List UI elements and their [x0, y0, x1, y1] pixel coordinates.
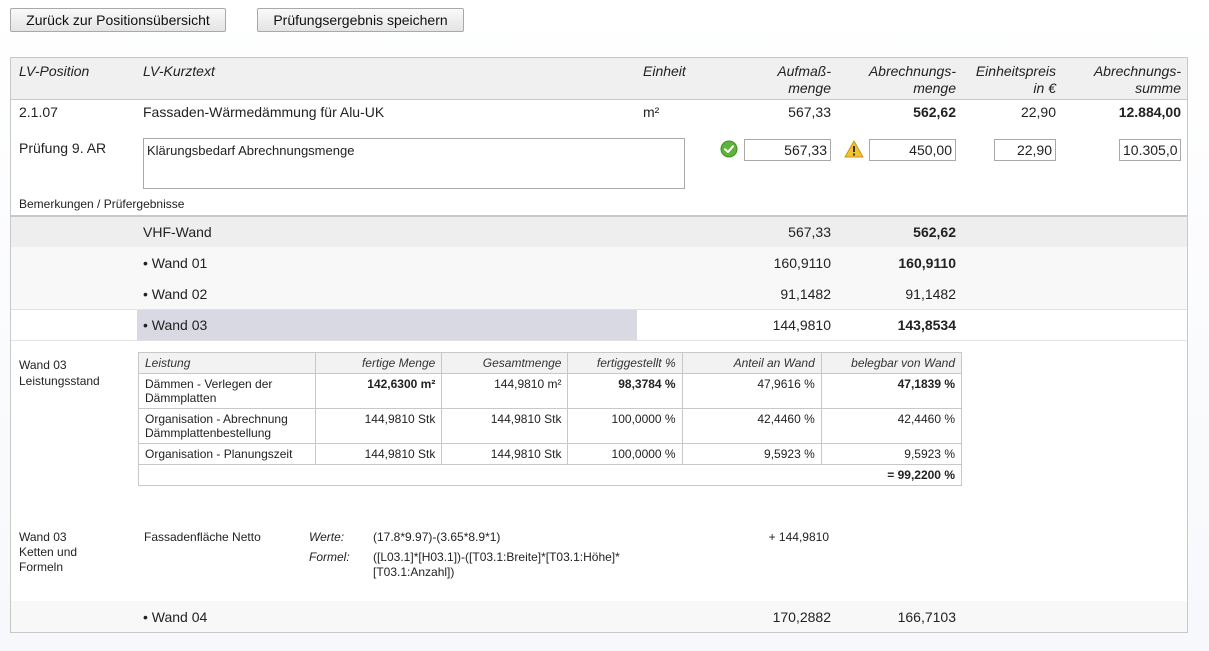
anteil-cell: 9,5923 % — [681, 443, 822, 465]
anteil-cell: 47,9616 % — [681, 373, 822, 409]
position-panel: LV-Position LV-Kurztext Einheit Aufmaß- … — [10, 57, 1188, 633]
pct-cell: 100,0000 % — [567, 443, 683, 465]
leistungsstand-label-1: Wand 03 — [19, 358, 67, 372]
wall-01-abrechnung: 160,9110 — [898, 255, 956, 271]
wall-03-aufmass: 144,9810 — [772, 317, 831, 333]
formeln-label-3: Formeln — [19, 560, 64, 574]
leistung-cell: Organisation - Planungszeit — [137, 443, 317, 465]
position-summe: 12.884,00 — [1118, 104, 1181, 120]
header-summe-1: Abrechnungs- — [1093, 63, 1181, 79]
col-anteil: Anteil an Wand — [681, 352, 822, 374]
gesamt-cell: 144,9810 m² — [441, 373, 569, 409]
header-einheitspreis-1: Einheitspreis — [975, 63, 1056, 79]
fertig-cell: 142,6300 m² — [315, 373, 443, 409]
pct-cell: 98,3784 % — [567, 373, 683, 409]
position-abrechnung: 562,62 — [913, 104, 956, 120]
header-aufmass-2: menge — [788, 80, 831, 96]
table-row: Organisation - Planungszeit 144,9810 Stk… — [137, 443, 963, 465]
formel-value-1: ([L03.1]*[H03.1])-([T03.1:Breite]*[T03.1… — [373, 550, 620, 564]
header-summe-2: summe — [1135, 80, 1181, 96]
formel-result: + 144,9810 — [768, 530, 829, 544]
wall-03-name[interactable]: • Wand 03 — [143, 317, 207, 333]
col-leistung: Leistung — [137, 352, 317, 374]
col-gesamtmenge: Gesamtmenge — [441, 352, 569, 374]
total-row: = 99,2200 % — [138, 464, 962, 486]
position-einheitspreis: 22,90 — [1020, 104, 1056, 120]
summe-input[interactable]: 10.305,0 — [1119, 139, 1181, 161]
wall-03-selected-cell[interactable] — [137, 310, 637, 340]
remark-textarea[interactable]: Klärungsbedarf Abrechnungsmenge — [143, 138, 685, 189]
belegbar-cell: 9,5923 % — [820, 443, 963, 465]
werte-label: Werte: — [309, 530, 345, 544]
wall-04-abrechnung: 166,7103 — [897, 609, 956, 625]
warning-triangle-icon — [844, 140, 864, 158]
header-einheit: Einheit — [643, 63, 686, 79]
wall-04-aufmass: 170,2882 — [772, 609, 831, 625]
leistung-cell: Organisation - Abrechnung Dämmplattenbest… — [137, 408, 317, 444]
pct-cell: 100,0000 % — [567, 408, 683, 444]
fertig-cell: 144,9810 Stk — [315, 443, 443, 465]
gesamt-cell: 144,9810 Stk — [441, 443, 569, 465]
fertig-cell: 144,9810 Stk — [315, 408, 443, 444]
wall-01-name[interactable]: • Wand 01 — [143, 255, 207, 271]
formeln-label-2: Ketten und — [19, 545, 78, 559]
header-abrechnung-2: menge — [913, 80, 956, 96]
remarks-caption: Bemerkungen / Prüfergebnisse — [19, 197, 185, 211]
aufmass-input[interactable]: 567,33 — [744, 139, 831, 161]
col-fertige-menge: fertige Menge — [315, 352, 443, 374]
leistungsstand-header-row: Leistung fertige Menge Gesamtmenge ferti… — [137, 352, 963, 374]
belegbar-cell: 42,4460 % — [820, 408, 963, 444]
wall-03-abrechnung: 143,8534 — [897, 317, 956, 333]
formeln-label-1: Wand 03 — [19, 530, 67, 544]
total-value: = 99,2200 % — [138, 464, 962, 486]
header-lv-kurztext: LV-Kurztext — [143, 63, 215, 79]
position-number: 2.1.07 — [19, 104, 58, 120]
save-result-button[interactable]: Prüfungsergebnis speichern — [257, 8, 464, 32]
position-aufmass: 567,33 — [788, 104, 831, 120]
gesamt-cell: 144,9810 Stk — [441, 408, 569, 444]
group-name[interactable]: VHF-Wand — [143, 224, 212, 240]
col-belegbar: belegbar von Wand — [820, 352, 963, 374]
wall-02-aufmass: 91,1482 — [780, 286, 831, 302]
check-circle-icon — [720, 140, 738, 158]
group-abrechnung: 562,62 — [913, 224, 956, 240]
wall-02-name[interactable]: • Wand 02 — [143, 286, 207, 302]
werte-value: (17.8*9.97)-(3.65*8.9*1) — [373, 530, 501, 544]
leistungsstand-label-2: Leistungsstand — [19, 374, 100, 388]
formel-name: Fassadenfläche Netto — [144, 530, 261, 544]
header-aufmass-1: Aufmaß- — [777, 63, 831, 79]
anteil-cell: 42,4460 % — [681, 408, 822, 444]
leistungsstand-table: Leistung fertige Menge Gesamtmenge ferti… — [137, 352, 963, 486]
formel-value-2: [T03.1:Anzahl]) — [373, 565, 455, 579]
table-row: Organisation - Abrechnung Dämmplattenbest… — [137, 408, 963, 444]
table-row: Dämmen - Verlegen der Dämmplatten 142,630… — [137, 373, 963, 409]
position-text: Fassaden-Wärmedämmung für Alu-UK — [143, 104, 385, 120]
back-to-overview-button[interactable]: Zurück zur Positionsübersicht — [10, 8, 226, 32]
einheitspreis-input[interactable]: 22,90 — [994, 139, 1056, 161]
group-aufmass: 567,33 — [788, 224, 831, 240]
abrechnung-input[interactable]: 450,00 — [869, 139, 956, 161]
wall-04-name[interactable]: • Wand 04 — [143, 609, 207, 625]
header-lv-position: LV-Position — [19, 63, 90, 79]
belegbar-cell: 47,1839 % — [820, 373, 963, 409]
leistung-cell: Dämmen - Verlegen der Dämmplatten — [137, 373, 317, 409]
position-unit: m² — [643, 104, 660, 120]
wall-02-abrechnung: 91,1482 — [905, 286, 956, 302]
header-abrechnung-1: Abrechnungs- — [868, 63, 956, 79]
formel-label: Formel: — [309, 550, 350, 564]
pruefung-label: Prüfung 9. AR — [19, 140, 107, 156]
col-fertiggestellt: fertiggestellt % — [567, 352, 683, 374]
header-einheitspreis-2: in € — [1033, 80, 1056, 96]
wall-01-aufmass: 160,9110 — [773, 255, 831, 271]
